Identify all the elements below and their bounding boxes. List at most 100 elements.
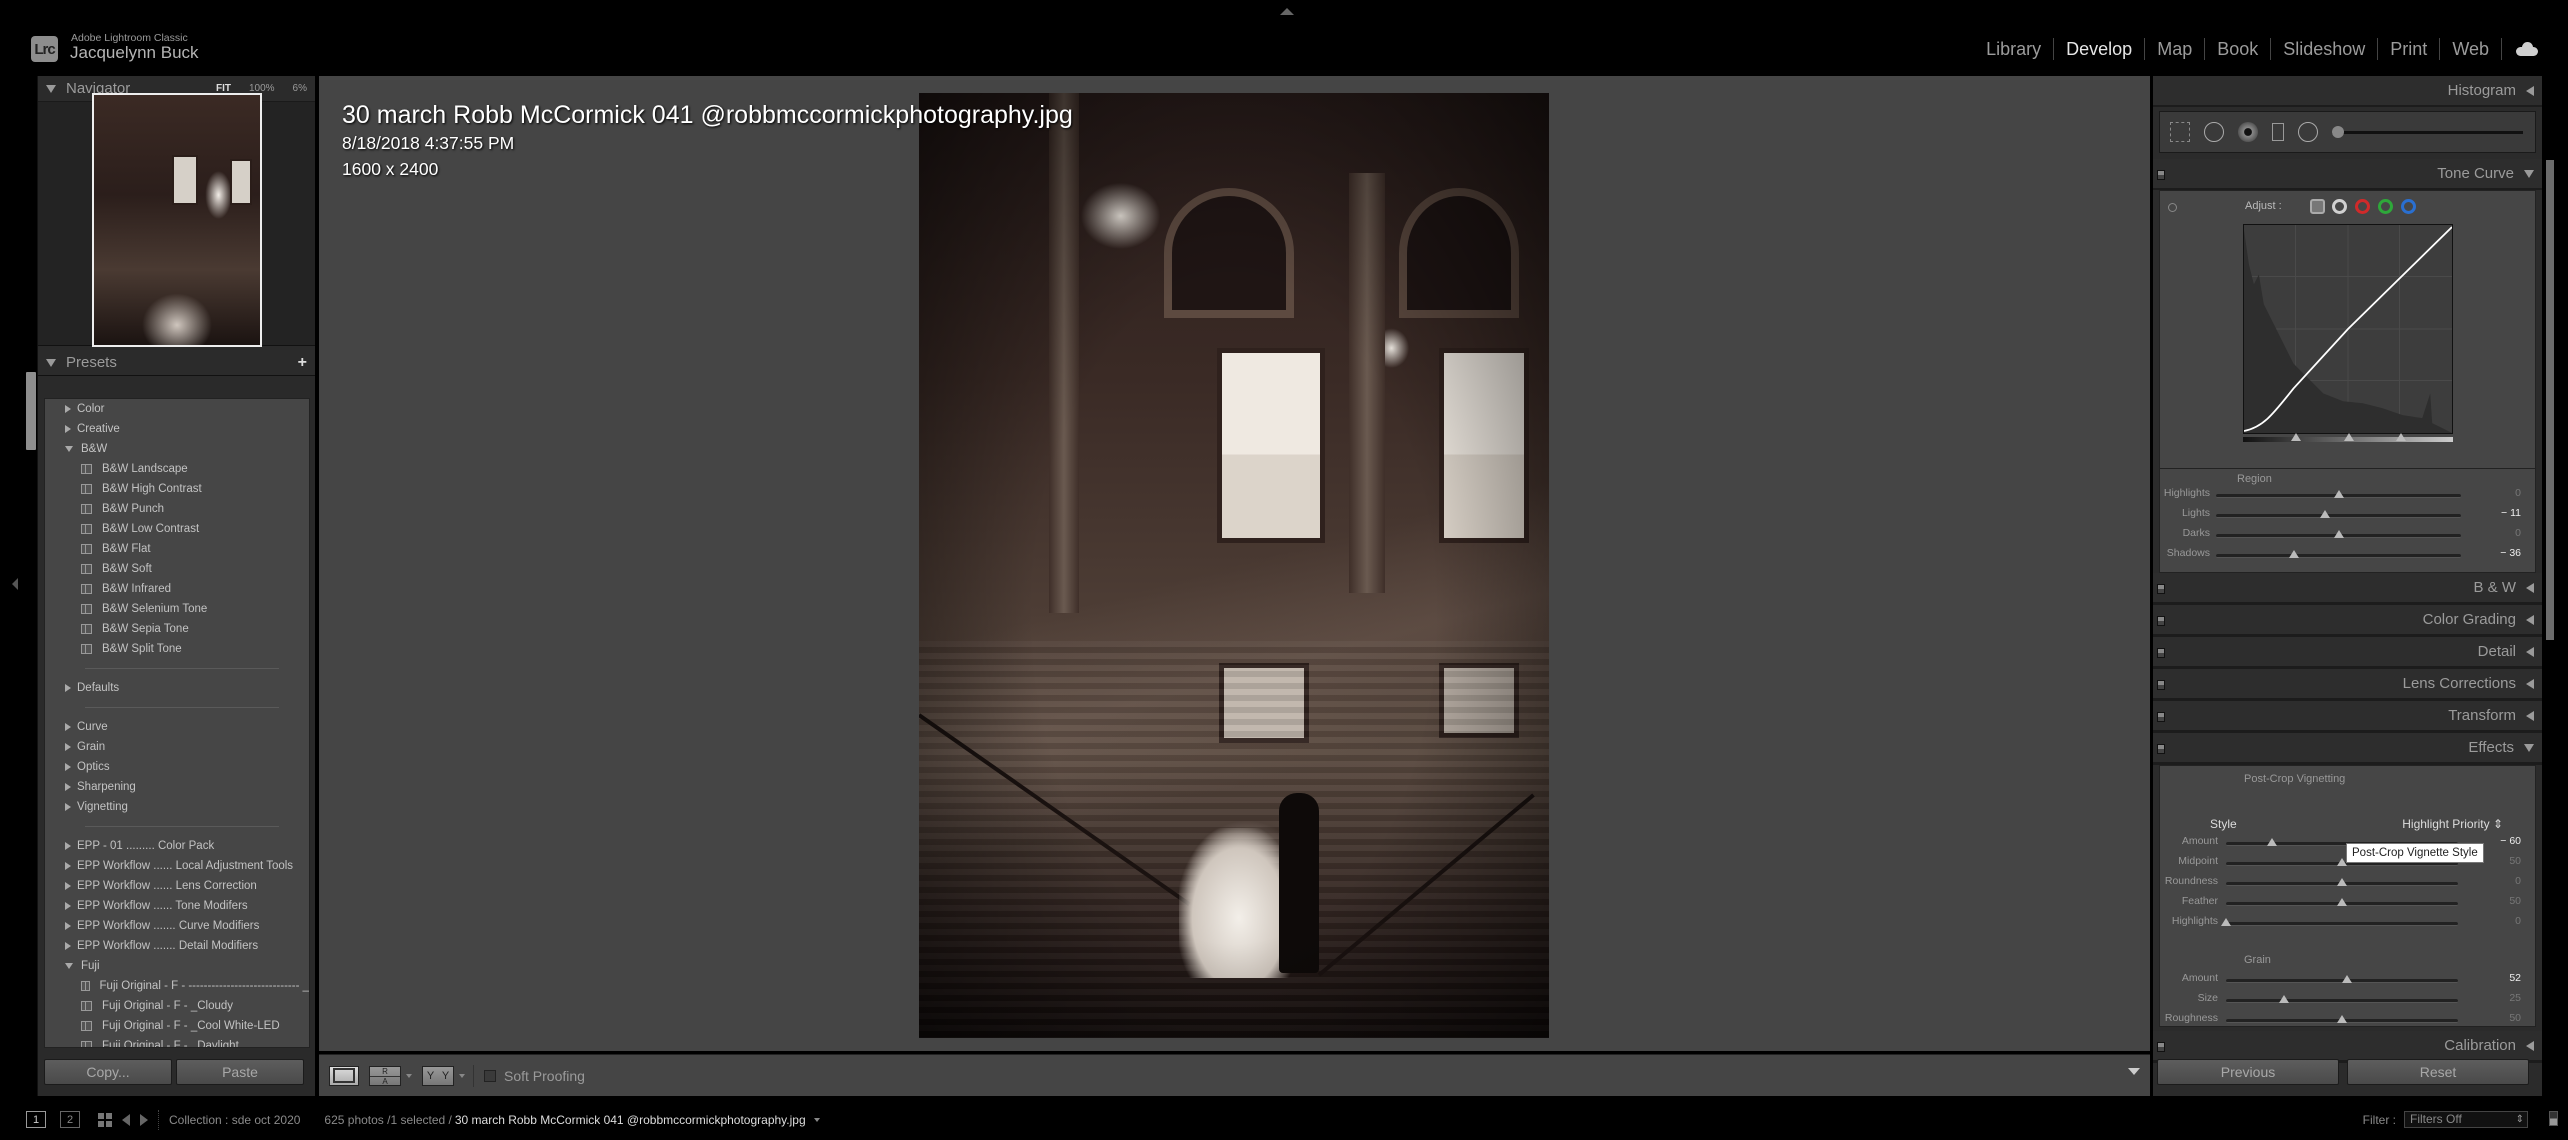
slider-track[interactable]: [2226, 999, 2458, 1003]
preset-item[interactable]: B&W Landscape: [45, 459, 309, 479]
slider-value[interactable]: 0: [2481, 915, 2521, 927]
red-eye-tool-icon[interactable]: [2238, 122, 2258, 142]
preset-item[interactable]: B&W Split Tone: [45, 639, 309, 659]
collection-source[interactable]: Collection : sde oct 2020: [169, 1113, 300, 1127]
panel-toggle-switch[interactable]: [2157, 712, 2165, 722]
tone-curve-header[interactable]: Tone Curve: [2153, 159, 2542, 190]
preset-folder[interactable]: EPP Workflow ....... Detail Modifiers: [45, 936, 309, 956]
target-adjust-icon[interactable]: [2168, 203, 2177, 212]
main-window-button[interactable]: 1: [26, 1111, 46, 1128]
graduated-filter-icon[interactable]: [2272, 123, 2284, 141]
chevron-down-icon[interactable]: [406, 1073, 412, 1078]
cloud-icon[interactable]: [2516, 42, 2538, 56]
preset-item[interactable]: B&W Sepia Tone: [45, 619, 309, 639]
slider-thumb[interactable]: [2337, 1015, 2347, 1023]
soft-proofing-checkbox[interactable]: [484, 1069, 496, 1082]
preset-item[interactable]: B&W Soft: [45, 559, 309, 579]
slider-value[interactable]: 0: [2481, 875, 2521, 887]
tone-curve-graph[interactable]: [2243, 224, 2453, 434]
panel-toggle-switch[interactable]: [2157, 648, 2165, 658]
preset-item[interactable]: B&W Flat: [45, 539, 309, 559]
current-filename[interactable]: 30 march Robb McCormick 041 @robbmccormi…: [455, 1113, 806, 1127]
preset-folder[interactable]: B&W: [45, 439, 309, 459]
module-web[interactable]: Web: [2440, 38, 2502, 60]
crop-tool-icon[interactable]: [2170, 122, 2190, 142]
slider-thumb[interactable]: [2279, 995, 2289, 1003]
point-curve-green-icon[interactable]: [2378, 199, 2393, 214]
presets-list[interactable]: Color Creative B&W B&W Landscape B&W High Co…: [44, 398, 310, 1048]
preset-folder[interactable]: Fuji: [45, 956, 309, 976]
slider-track[interactable]: [2226, 922, 2458, 926]
panel-header-transform[interactable]: Transform: [2153, 701, 2542, 733]
panel-header-lens-corrections[interactable]: Lens Corrections: [2153, 669, 2542, 701]
slider-value[interactable]: 0: [2481, 527, 2521, 539]
slider-thumb[interactable]: [2337, 898, 2347, 906]
preset-item[interactable]: Fuji Original - F - _Cool White-LED: [45, 1016, 309, 1036]
module-slideshow[interactable]: Slideshow: [2271, 38, 2379, 60]
module-map[interactable]: Map: [2145, 38, 2206, 60]
grid-view-icon[interactable]: [98, 1112, 112, 1127]
loupe-view-button[interactable]: [329, 1065, 359, 1086]
slider-value[interactable]: − 36: [2481, 547, 2521, 559]
split-handle-shadows[interactable]: [2291, 433, 2301, 441]
preset-folder[interactable]: EPP - 01 ......... Color Pack: [45, 836, 309, 856]
module-library[interactable]: Library: [1974, 38, 2055, 60]
preset-item[interactable]: B&W High Contrast: [45, 479, 309, 499]
slider-thumb[interactable]: [2333, 490, 2344, 498]
before-after-button[interactable]: R A: [369, 1065, 401, 1086]
panel-header-color-grading[interactable]: Color Grading: [2153, 605, 2542, 637]
preset-item[interactable]: B&W Infrared: [45, 579, 309, 599]
panel-toggle-switch[interactable]: [2157, 616, 2165, 626]
secondary-window-button[interactable]: 2: [60, 1111, 80, 1128]
preset-folder[interactable]: EPP Workflow ....... Curve Modifiers: [45, 916, 309, 936]
paste-button[interactable]: Paste: [176, 1059, 304, 1085]
navigator-thumbnail[interactable]: [91, 92, 262, 347]
brush-size-slider[interactable]: [2332, 125, 2523, 138]
preset-folder[interactable]: Sharpening: [45, 777, 309, 797]
split-handle-midtones[interactable]: [2344, 433, 2354, 441]
before-after-side-button[interactable]: Y Y: [422, 1065, 454, 1086]
preset-folder[interactable]: Color: [45, 399, 309, 419]
slider-thumb[interactable]: [2320, 510, 2331, 518]
preset-folder[interactable]: Curve: [45, 717, 309, 737]
filter-select[interactable]: Filters Off: [2404, 1111, 2528, 1128]
previous-button[interactable]: Previous: [2157, 1059, 2339, 1085]
left-panel-scrollbar[interactable]: [26, 372, 36, 450]
panel-toggle-switch[interactable]: [2157, 1042, 2165, 1052]
forward-arrow-icon[interactable]: [140, 1113, 148, 1126]
radial-filter-icon[interactable]: [2298, 122, 2318, 142]
vignette-style-select[interactable]: Highlight Priority ⇕: [2402, 817, 2503, 831]
preset-item[interactable]: Fuji Original - F - _Daylight: [45, 1036, 309, 1047]
panel-toggle-switch[interactable]: [2157, 680, 2165, 690]
slider-thumb[interactable]: [2333, 530, 2344, 538]
parametric-curve-icon[interactable]: [2310, 199, 2325, 214]
histogram-header[interactable]: Histogram: [2153, 76, 2542, 107]
filter-lock-icon[interactable]: [2549, 1111, 2558, 1126]
slider-value[interactable]: 25: [2481, 992, 2521, 1004]
collapse-top-panel-icon[interactable]: [1280, 8, 1294, 15]
slider-value[interactable]: 50: [2481, 1012, 2521, 1024]
reset-button[interactable]: Reset: [2347, 1059, 2529, 1085]
preset-item[interactable]: B&W Punch: [45, 499, 309, 519]
slider-track[interactable]: [2216, 554, 2461, 558]
slider-thumb[interactable]: [2337, 878, 2347, 886]
collapse-left-panel-icon[interactable]: [12, 578, 18, 590]
module-develop[interactable]: Develop: [2054, 38, 2146, 60]
slider-thumb[interactable]: [2221, 918, 2231, 926]
preset-folder[interactable]: Creative: [45, 419, 309, 439]
right-panel-scrollbar[interactable]: [2546, 160, 2554, 640]
preset-item[interactable]: Fuji Original - F - --------------------…: [45, 976, 309, 996]
back-arrow-icon[interactable]: [122, 1113, 130, 1126]
split-handle-highlights[interactable]: [2396, 433, 2406, 441]
preset-item[interactable]: B&W Selenium Tone: [45, 599, 309, 619]
module-book[interactable]: Book: [2205, 38, 2272, 60]
chevron-down-icon[interactable]: [459, 1073, 465, 1078]
slider-track[interactable]: [2216, 514, 2461, 518]
chevron-down-icon[interactable]: [813, 1117, 820, 1122]
preset-folder[interactable]: EPP Workflow ...... Lens Correction: [45, 876, 309, 896]
module-print[interactable]: Print: [2378, 38, 2441, 60]
point-curve-red-icon[interactable]: [2355, 199, 2370, 214]
main-photo[interactable]: [919, 93, 1549, 1038]
toolbar-options-icon[interactable]: [2128, 1068, 2140, 1075]
spot-removal-tool-icon[interactable]: [2204, 122, 2224, 142]
